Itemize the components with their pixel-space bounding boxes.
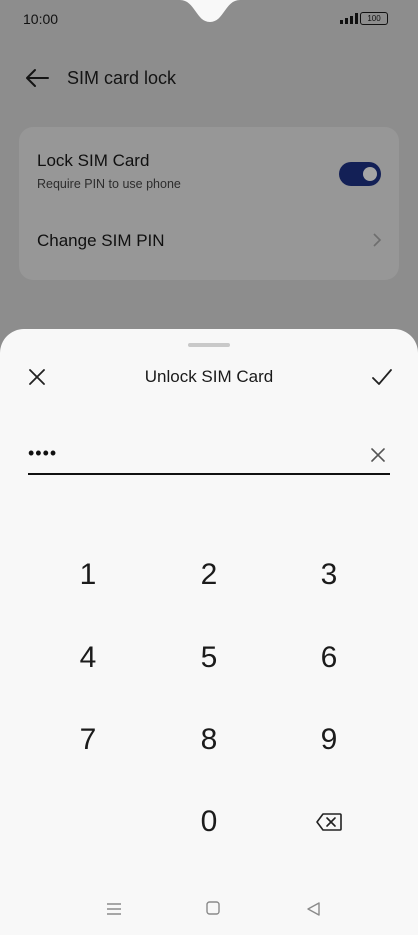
backspace-icon — [316, 813, 342, 831]
status-time: 10:00 — [23, 11, 59, 27]
top-app-bar: SIM card lock — [0, 58, 418, 98]
backspace-key[interactable] — [279, 792, 379, 852]
lock-sim-row[interactable]: Lock SIM Card Require PIN to use phone — [37, 151, 181, 191]
key-3[interactable]: 3 — [279, 545, 379, 605]
key-0[interactable]: 0 — [159, 792, 259, 852]
back-arrow-icon[interactable] — [24, 66, 50, 90]
page-title: SIM card lock — [67, 68, 177, 88]
key-2[interactable]: 2 — [159, 545, 259, 605]
key-4[interactable]: 4 — [38, 628, 138, 688]
back-triangle-icon[interactable] — [306, 901, 321, 917]
key-5[interactable]: 5 — [159, 628, 259, 688]
change-sim-pin-row[interactable]: Change SIM PIN — [37, 231, 165, 251]
system-nav-bar — [0, 889, 418, 929]
status-bar: 10:00 100 — [0, 0, 418, 36]
toggle-knob — [363, 167, 377, 181]
key-8[interactable]: 8 — [159, 710, 259, 770]
drag-handle[interactable] — [188, 343, 230, 347]
pin-input[interactable]: •••• — [28, 437, 390, 475]
sim-lock-card: Lock SIM Card Require PIN to use phone C… — [19, 127, 399, 280]
signal-icon — [340, 13, 358, 24]
key-7[interactable]: 7 — [38, 710, 138, 770]
home-square-icon[interactable] — [206, 901, 220, 915]
unlock-sim-sheet: Unlock SIM Card •••• 1 2 3 4 5 6 7 8 9 0 — [0, 329, 418, 935]
confirm-check-icon[interactable] — [370, 365, 394, 389]
clear-input-icon[interactable] — [370, 447, 386, 463]
battery-icon: 100 — [360, 12, 388, 25]
sheet-title: Unlock SIM Card — [144, 367, 274, 386]
pin-masked-value: •••• — [28, 443, 58, 463]
key-1[interactable]: 1 — [38, 545, 138, 605]
key-6[interactable]: 6 — [279, 628, 379, 688]
recents-menu-icon[interactable] — [106, 902, 122, 916]
chevron-right-icon — [373, 233, 382, 247]
lock-sim-toggle[interactable] — [339, 162, 381, 186]
lock-sim-title: Lock SIM Card — [37, 151, 150, 170]
key-9[interactable]: 9 — [279, 710, 379, 770]
lock-sim-subtitle: Require PIN to use phone — [37, 177, 181, 191]
